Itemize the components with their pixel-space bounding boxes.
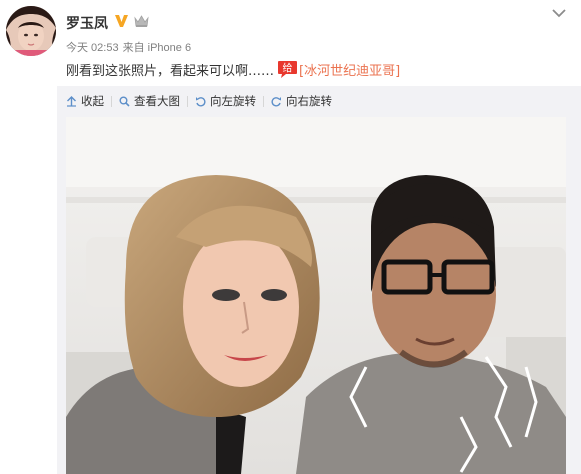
chevron-down-icon[interactable]: [552, 8, 566, 18]
post-time[interactable]: 今天 02:53: [66, 42, 119, 54]
post-meta: 今天 02:53 来自 iPhone 6: [66, 39, 195, 55]
toolbar-divider: [111, 95, 112, 107]
crown-icon[interactable]: [133, 14, 150, 28]
avatar[interactable]: [6, 6, 56, 56]
image-toolbar: 收起 查看大图 向左旋转 向右旋转: [66, 93, 332, 109]
view-large-button[interactable]: 查看大图: [119, 93, 180, 109]
gift-icon[interactable]: 给: [277, 60, 298, 79]
toolbar-divider: [187, 95, 188, 107]
username[interactable]: 罗玉凤: [66, 13, 108, 33]
rotate-left-button[interactable]: 向左旋转: [195, 93, 256, 109]
rotate-right-label: 向右旋转: [286, 94, 332, 108]
verified-icon[interactable]: [114, 14, 129, 28]
search-icon: [119, 96, 130, 107]
rotate-right-icon: [271, 96, 281, 107]
view-large-label: 查看大图: [134, 94, 180, 108]
rotate-left-label: 向左旋转: [210, 94, 256, 108]
post-body: 刚看到这张照片，看起来可以啊……: [66, 64, 275, 79]
post-text: 刚看到这张照片，看起来可以啊…… 给 [冰河世纪迪亚哥]: [66, 60, 400, 79]
arrow-up-icon: [67, 95, 76, 107]
topic-link[interactable]: [冰河世纪迪亚哥]: [299, 64, 400, 79]
gift-label: 给: [283, 62, 293, 75]
rotate-right-button[interactable]: 向右旋转: [271, 93, 332, 109]
rotate-left-icon: [196, 96, 206, 107]
post-source[interactable]: 来自 iPhone 6: [123, 42, 191, 54]
toolbar-divider: [263, 95, 264, 107]
post-photo[interactable]: [66, 117, 566, 474]
collapse-label: 收起: [81, 94, 104, 108]
collapse-button[interactable]: 收起: [66, 93, 104, 109]
